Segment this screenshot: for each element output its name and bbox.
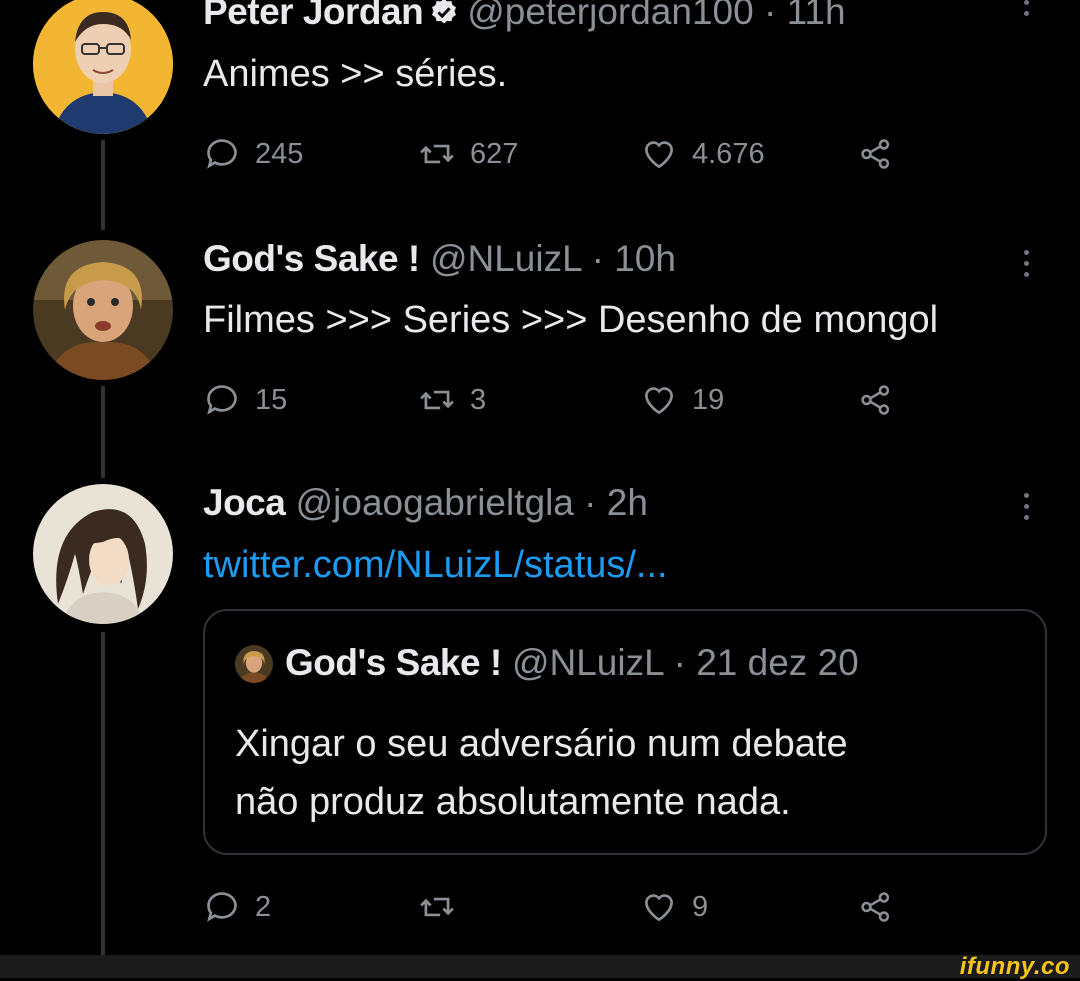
thread-line-2 — [101, 386, 105, 478]
reply-icon — [207, 892, 237, 922]
share-button[interactable] — [857, 888, 895, 926]
verified-badge-icon — [432, 0, 457, 24]
author-name[interactable]: Peter Jordan — [203, 0, 424, 32]
reply-button[interactable]: 2 — [203, 888, 271, 926]
more-icon[interactable] — [1022, 250, 1030, 277]
thread-line-3 — [101, 632, 105, 955]
more-icon[interactable] — [1022, 0, 1030, 16]
tweet-actions: 15 3 19 — [203, 381, 903, 425]
like-button[interactable]: 4.676 — [640, 135, 765, 173]
reply-button[interactable]: 15 — [203, 381, 287, 419]
tweet-text: Animes >> séries. — [203, 53, 508, 95]
retweet-icon — [420, 390, 454, 410]
reply-count: 2 — [255, 890, 272, 923]
footer-bar — [0, 955, 1080, 978]
retweet-button[interactable]: 627 — [418, 135, 518, 173]
tweet-actions: 2 9 — [203, 888, 903, 932]
quoted-avatar — [235, 645, 273, 683]
quoted-author-handle: @NLuizL — [511, 642, 664, 683]
tweet-header: Joca @joaogabrieltgla · 2h — [203, 481, 648, 525]
quoted-text-line-2: não produz absolutamente nada. — [235, 781, 791, 823]
retweet-count: 3 — [470, 383, 487, 416]
like-count: 9 — [692, 890, 709, 923]
tweet-time: · 10h — [591, 238, 676, 279]
reply-button[interactable]: 245 — [203, 135, 303, 173]
share-icon — [861, 385, 890, 415]
avatar[interactable] — [33, 484, 173, 624]
author-handle[interactable]: @joaogabrieltgla — [296, 482, 574, 523]
like-icon — [644, 894, 674, 922]
reply-icon — [207, 385, 237, 415]
share-icon — [861, 892, 890, 922]
avatar[interactable] — [33, 240, 173, 380]
quoted-text-line-1: Xingar o seu adversário num debate — [235, 723, 848, 765]
like-icon — [644, 387, 674, 415]
share-button[interactable] — [857, 135, 895, 173]
like-button[interactable]: 9 — [640, 888, 708, 926]
reply-count: 15 — [255, 383, 288, 416]
tweet-link[interactable]: twitter.com/NLuizL/status/... — [203, 543, 668, 587]
quoted-tweet-text: Xingar o seu adversário num debate não p… — [235, 715, 848, 831]
author-name[interactable]: Joca — [203, 482, 286, 523]
more-icon[interactable] — [1022, 493, 1030, 520]
tweet-header: God's Sake ! @NLuizL · 10h — [203, 237, 676, 281]
quoted-tweet-time: · 21 dez 20 — [673, 642, 859, 683]
retweet-count: 627 — [470, 137, 519, 170]
thread-line-1 — [101, 140, 105, 230]
like-count: 19 — [692, 383, 725, 416]
quoted-tweet-header: God's Sake ! @NLuizL · 21 dez 20 — [235, 641, 859, 685]
like-button[interactable]: 19 — [640, 381, 724, 419]
tweet-time: · 11h — [763, 0, 846, 32]
avatar[interactable] — [33, 0, 173, 134]
tweet-actions: 245 627 4.676 — [203, 135, 903, 179]
retweet-icon — [420, 144, 454, 164]
share-icon — [861, 139, 890, 169]
quoted-tweet[interactable]: God's Sake ! @NLuizL · 21 dez 20 Xingar … — [203, 609, 1047, 855]
reply-count: 245 — [255, 137, 304, 170]
reply-icon — [207, 139, 237, 169]
retweet-button[interactable]: 3 — [418, 381, 486, 419]
share-button[interactable] — [857, 381, 895, 419]
ifunny-watermark: ifunny.co — [959, 953, 1070, 980]
tweet-time: · 2h — [584, 482, 648, 523]
retweet-button[interactable] — [418, 888, 456, 926]
retweet-icon — [420, 897, 454, 917]
quoted-author-name: God's Sake ! — [285, 642, 502, 683]
author-handle[interactable]: @peterjordan100 — [467, 0, 753, 32]
author-name[interactable]: God's Sake ! — [203, 238, 420, 279]
like-count: 4.676 — [692, 137, 765, 170]
tweet-text: Filmes >>> Series >>> Desenho de mongol — [203, 299, 939, 341]
author-handle[interactable]: @NLuizL — [430, 238, 581, 279]
like-icon — [644, 141, 674, 169]
tweet-header: Peter Jordan @peterjordan100 · 11h — [203, 0, 846, 34]
